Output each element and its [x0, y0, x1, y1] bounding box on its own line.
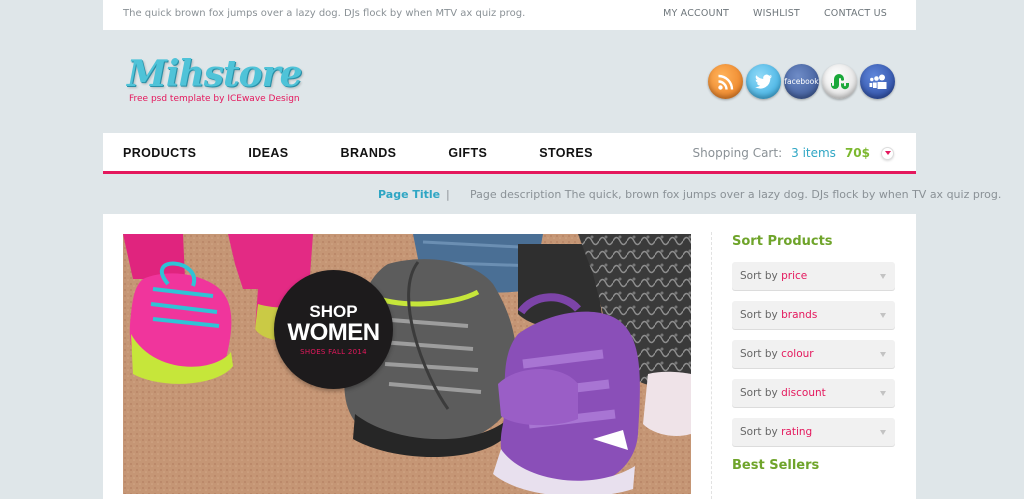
myspace-icon[interactable]: [860, 64, 895, 99]
badge-subtitle: SHOES FALL 2014: [300, 348, 367, 356]
badge-women-text: WOMEN: [287, 319, 380, 346]
chevron-down-icon: [880, 274, 886, 279]
page-title: Page Title: [378, 188, 441, 201]
top-bar: The quick brown fox jumps over a lazy do…: [103, 0, 916, 30]
sort-by-price-select[interactable]: Sort by price: [732, 262, 895, 290]
cart-item-count: 3 items: [791, 146, 836, 160]
sort-option-colour: colour: [781, 348, 814, 360]
sort-by-discount-select[interactable]: Sort by discount: [732, 379, 895, 407]
tagline: The quick brown fox jumps over a lazy do…: [123, 8, 526, 19]
content-divider: [711, 232, 712, 499]
sort-prefix: Sort by: [740, 387, 778, 399]
sort-by-rating-select[interactable]: Sort by rating: [732, 418, 895, 446]
facebook-icon[interactable]: facebook: [784, 64, 819, 99]
nav-menu: PRODUCTS IDEAS BRANDS GIFTS STORES: [123, 146, 645, 160]
social-icons: facebook: [708, 64, 895, 99]
nav-item-brands[interactable]: BRANDS: [341, 146, 397, 160]
main-content: SHOP WOMEN SHOES FALL 2014 Sort Products…: [103, 214, 916, 499]
shop-women-badge[interactable]: SHOP WOMEN SHOES FALL 2014: [274, 270, 393, 389]
nav-item-ideas[interactable]: IDEAS: [248, 146, 288, 160]
top-links: MY ACCOUNT WISHLIST CONTACT US: [639, 8, 887, 19]
sort-by-colour-select[interactable]: Sort by colour: [732, 340, 895, 368]
wishlist-link[interactable]: WISHLIST: [753, 8, 800, 19]
logo-wordmark: Mihstore: [127, 53, 302, 95]
shopping-cart[interactable]: Shopping Cart: 3 items 70$: [693, 146, 894, 160]
sort-option-discount: discount: [781, 387, 826, 399]
sort-prefix: Sort by: [740, 348, 778, 360]
nav-item-stores[interactable]: STORES: [539, 146, 593, 160]
chevron-down-icon: [880, 352, 886, 357]
chevron-down-icon: [880, 430, 886, 435]
hero-banner[interactable]: SHOP WOMEN SHOES FALL 2014: [123, 234, 691, 494]
hero-photo: [123, 234, 691, 494]
chevron-down-icon: [880, 391, 886, 396]
sort-prefix: Sort by: [740, 270, 778, 282]
main-nav: PRODUCTS IDEAS BRANDS GIFTS STORES Shopp…: [103, 133, 916, 174]
logo-subtitle: Free psd template by ICEwave Design: [129, 94, 300, 104]
sort-option-price: price: [781, 270, 808, 282]
cart-total: 70$: [844, 146, 870, 160]
rss-icon[interactable]: [708, 64, 743, 99]
cart-label: Shopping Cart:: [692, 146, 783, 160]
facebook-label: facebook: [784, 77, 819, 86]
sort-by-brands-select[interactable]: Sort by brands: [732, 301, 895, 329]
page-description: Page description The quick, brown fox ju…: [470, 188, 1002, 201]
sort-prefix: Sort by: [740, 309, 778, 321]
best-sellers-heading: Best Sellers: [732, 458, 820, 473]
title-separator: |: [446, 188, 450, 201]
sort-products-heading: Sort Products: [732, 234, 833, 249]
contact-us-link[interactable]: CONTACT US: [824, 8, 887, 19]
stumbleupon-icon[interactable]: [822, 64, 857, 99]
sort-prefix: Sort by: [740, 426, 778, 438]
my-account-link[interactable]: MY ACCOUNT: [663, 8, 729, 19]
twitter-icon[interactable]: [746, 64, 781, 99]
sort-option-brands: brands: [781, 309, 818, 321]
site-logo[interactable]: Mihstore Free psd template by ICEwave De…: [127, 53, 302, 104]
nav-item-gifts[interactable]: GIFTS: [448, 146, 487, 160]
sort-option-rating: rating: [781, 426, 813, 438]
chevron-down-icon: [880, 313, 886, 318]
nav-item-products[interactable]: PRODUCTS: [123, 146, 196, 160]
cart-dropdown-icon[interactable]: [881, 146, 894, 160]
sidebar: Sort Products Sort by price Sort by bran…: [732, 234, 897, 473]
badge-shop-text: SHOP: [309, 302, 358, 321]
